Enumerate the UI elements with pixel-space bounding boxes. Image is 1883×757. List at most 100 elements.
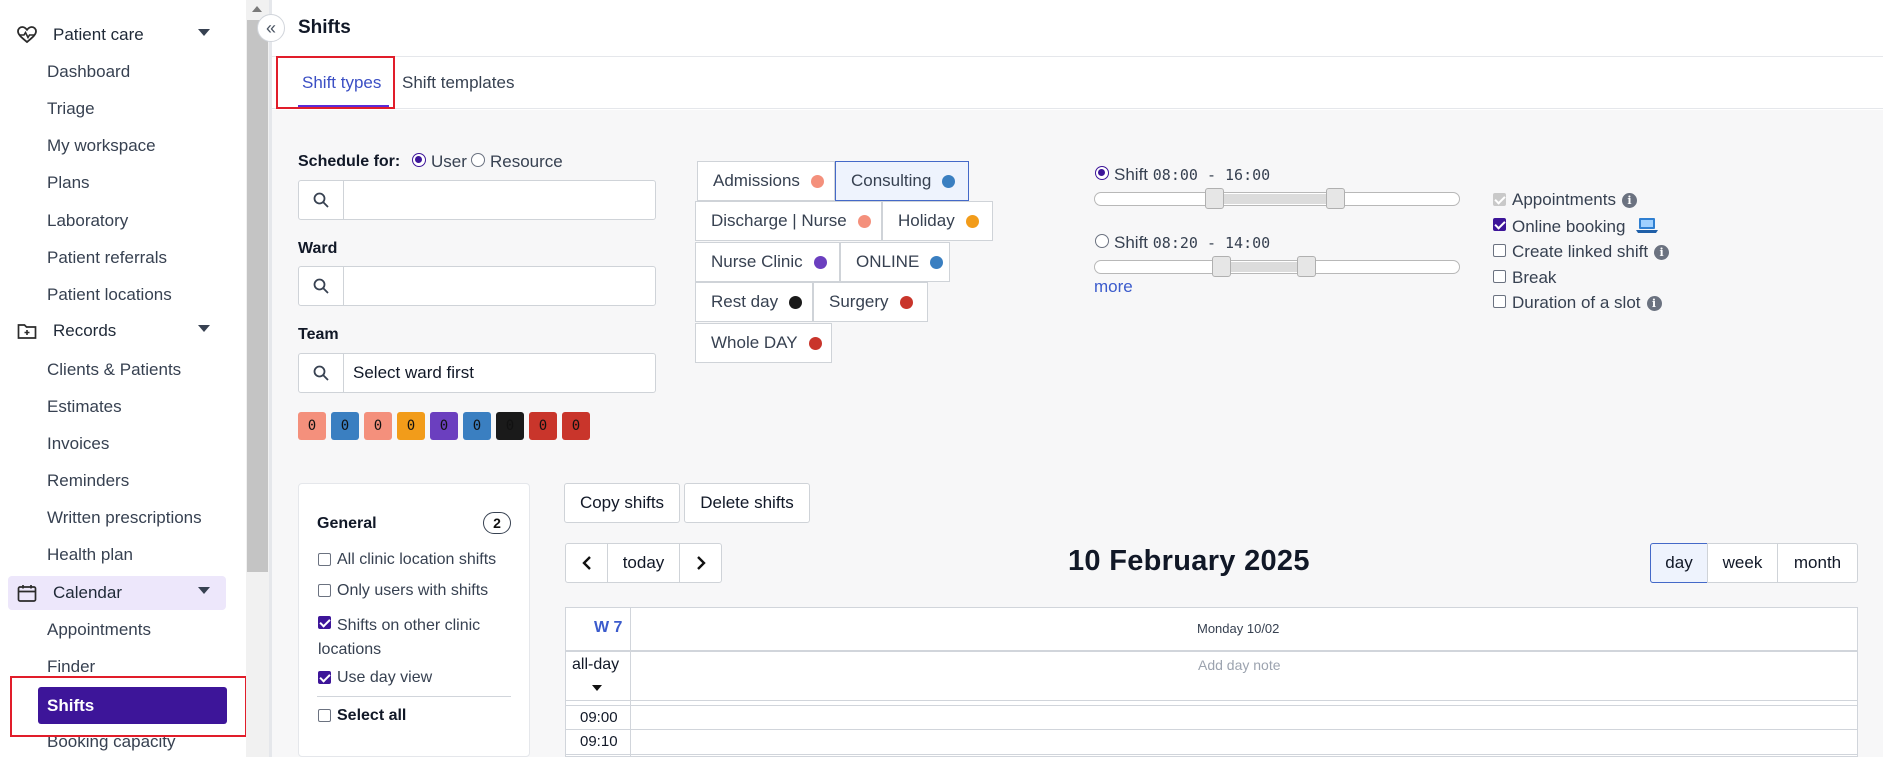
shift-type-chip[interactable]: Rest day	[695, 282, 813, 322]
grid-line	[565, 650, 1858, 652]
next-button[interactable]	[679, 543, 722, 583]
sidebar-item-appointments[interactable]: Appointments	[47, 620, 151, 640]
general-use-day-view-checkbox[interactable]	[318, 671, 331, 684]
general-title: General	[317, 515, 377, 532]
shift-type-color-dot	[808, 336, 822, 350]
sidebar-section-records[interactable]: Records	[8, 314, 226, 348]
grid-line	[565, 729, 1858, 730]
option-appointments-checkbox[interactable]	[1493, 193, 1506, 206]
shift-type-chip[interactable]: Admissions	[697, 161, 835, 201]
calendar-icon	[16, 582, 38, 604]
shift-type-chip[interactable]: Holiday	[882, 201, 993, 241]
view-day-button[interactable]: day	[1650, 543, 1708, 583]
sidebar-item-clients-patients[interactable]: Clients & Patients	[47, 360, 181, 380]
add-day-note[interactable]: Add day note	[1198, 657, 1281, 673]
shift-count-swatch[interactable]: 0	[364, 412, 392, 440]
radio-resource[interactable]	[471, 153, 485, 167]
shift-count-swatch[interactable]: 0	[529, 412, 557, 440]
shift-type-color-dot	[789, 295, 803, 309]
sidebar-item-written-prescriptions[interactable]: Written prescriptions	[47, 508, 202, 528]
shift-type-chip[interactable]: Whole DAY	[695, 323, 832, 363]
tab-shift-templates[interactable]: Shift templates	[402, 73, 514, 93]
week-number: W 7	[594, 619, 623, 636]
grid-line	[565, 754, 1858, 755]
shift-type-chip[interactable]: Consulting	[835, 161, 969, 201]
sidebar-item-invoices[interactable]: Invoices	[47, 434, 109, 454]
slider-handle[interactable]	[1326, 188, 1345, 209]
laptop-icon	[1635, 216, 1659, 239]
sidebar-section-patient-care[interactable]: Patient care	[8, 18, 226, 52]
schedule-for-label: Schedule for:	[298, 153, 401, 170]
user-search-input[interactable]	[298, 180, 656, 220]
slider-range	[1215, 194, 1337, 204]
sidebar-item-health-plan[interactable]: Health plan	[47, 545, 133, 565]
view-month-button[interactable]: month	[1777, 543, 1858, 583]
option-create-linked-shift-checkbox[interactable]	[1493, 244, 1506, 257]
shift-count-swatch[interactable]: 0	[397, 412, 425, 440]
double-chevron-left-icon[interactable]: «	[257, 14, 285, 42]
shift-count-swatch[interactable]: 0	[331, 412, 359, 440]
sidebar-section-label: Calendar	[53, 583, 122, 602]
sidebar: Patient care Dashboard Triage My workspa…	[0, 0, 246, 757]
sidebar-item-reminders[interactable]: Reminders	[47, 471, 129, 491]
option-appointments-label: Appointments i	[1512, 190, 1637, 210]
shift-count-swatch[interactable]: 0	[430, 412, 458, 440]
sidebar-item-my-workspace[interactable]: My workspace	[47, 136, 156, 156]
shift-radio[interactable]	[1095, 166, 1109, 180]
select-all-checkbox[interactable]	[318, 709, 331, 722]
sidebar-section-calendar[interactable]: Calendar	[8, 576, 226, 610]
today-button[interactable]: today	[607, 543, 680, 583]
info-icon[interactable]: i	[1621, 193, 1637, 209]
shift-count-swatch[interactable]: 0	[496, 412, 524, 440]
info-icon[interactable]: i	[1646, 296, 1662, 312]
scroll-up-arrow-icon[interactable]	[252, 6, 262, 12]
view-week-button[interactable]: week	[1707, 543, 1778, 583]
shift-type-chip[interactable]: Discharge | Nurse	[695, 201, 882, 241]
sidebar-item-triage[interactable]: Triage	[47, 99, 95, 119]
sidebar-scrollbar-thumb[interactable]	[247, 20, 268, 572]
sidebar-item-estimates[interactable]: Estimates	[47, 397, 122, 417]
team-search-input[interactable]: Select ward first	[298, 353, 656, 393]
shift-count-swatch[interactable]: 0	[463, 412, 491, 440]
shift-time-slider[interactable]	[1094, 188, 1460, 209]
copy-shifts-button[interactable]: Copy shifts	[564, 483, 680, 523]
shift-count-swatch[interactable]: 0	[562, 412, 590, 440]
shift-type-chip[interactable]: ONLINE	[840, 242, 950, 282]
sidebar-item-finder[interactable]: Finder	[47, 657, 95, 677]
general-only-users-checkbox[interactable]	[318, 584, 331, 597]
sidebar-item-patient-referrals[interactable]: Patient referrals	[47, 248, 167, 268]
chevron-right-icon	[696, 556, 706, 570]
shift-type-chip[interactable]: Nurse Clinic	[695, 242, 840, 282]
shift-time-slider[interactable]	[1094, 256, 1460, 277]
shift-count-swatch[interactable]: 0	[298, 412, 326, 440]
sidebar-item-plans[interactable]: Plans	[47, 173, 90, 193]
heart-pulse-icon	[16, 24, 38, 46]
ward-search-input[interactable]	[298, 266, 656, 306]
grid-line	[565, 705, 1858, 706]
option-duration-of-slot-label: Duration of a slot i	[1512, 293, 1662, 313]
option-duration-of-slot-checkbox[interactable]	[1493, 295, 1506, 308]
slider-handle[interactable]	[1297, 256, 1316, 277]
day-column-header: Monday 10/02	[1197, 621, 1280, 636]
shift-type-color-dot	[965, 214, 979, 228]
radio-user[interactable]	[412, 153, 426, 167]
slider-handle[interactable]	[1212, 256, 1231, 277]
option-break-checkbox[interactable]	[1493, 270, 1506, 283]
info-icon[interactable]: i	[1654, 245, 1670, 261]
radio-user-label: User	[431, 152, 467, 171]
general-other-locations-label: Shifts on other clinic locations	[318, 617, 481, 658]
slider-handle[interactable]	[1205, 188, 1224, 209]
sidebar-item-patient-locations[interactable]: Patient locations	[47, 285, 172, 305]
sidebar-item-laboratory[interactable]: Laboratory	[47, 211, 128, 231]
shift-radio[interactable]	[1095, 234, 1109, 248]
prev-button[interactable]	[565, 543, 608, 583]
option-online-booking-checkbox[interactable]	[1493, 218, 1506, 231]
delete-shifts-button[interactable]: Delete shifts	[684, 483, 810, 523]
sidebar-item-dashboard[interactable]: Dashboard	[47, 62, 130, 82]
caret-down-icon[interactable]	[592, 685, 602, 691]
more-shifts-link[interactable]: more	[1094, 277, 1133, 297]
general-all-clinic-checkbox[interactable]	[318, 553, 331, 566]
shift-type-chip[interactable]: Surgery	[813, 282, 928, 322]
shift-type-color-dot	[899, 295, 913, 309]
shift-type-label: Whole DAY	[711, 333, 798, 352]
